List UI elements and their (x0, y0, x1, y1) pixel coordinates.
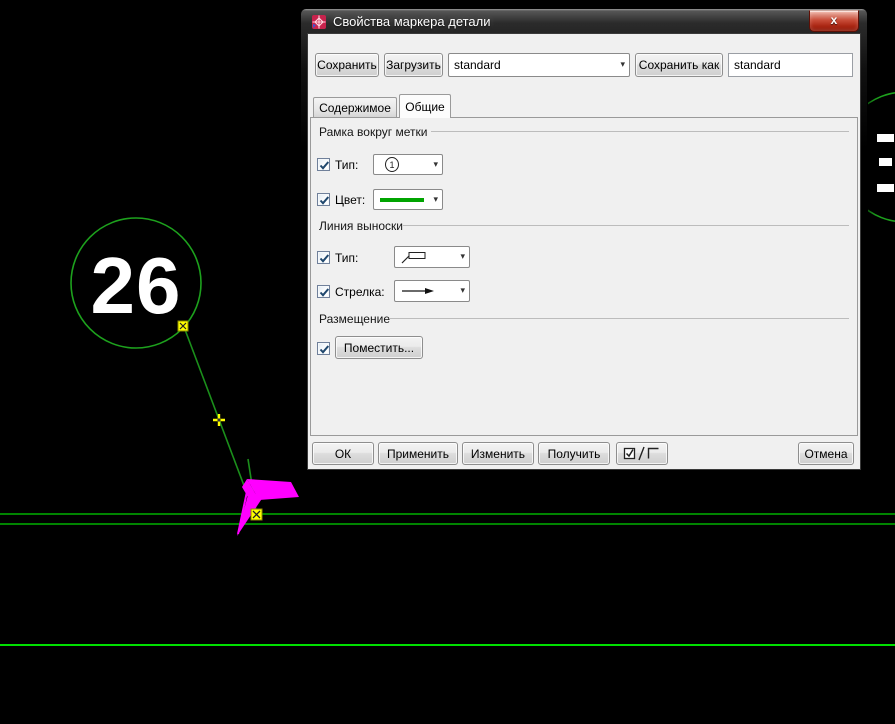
leader-type-checkbox[interactable] (317, 251, 330, 264)
balloon-number[interactable]: 26 (91, 241, 182, 330)
frame-type-select[interactable]: 1 ▾ (373, 154, 443, 175)
general-tab-pane: Рамка вокруг метки Тип: 1 ▾ Цвет: ▾ Лини… (310, 117, 858, 436)
frame-group-line (431, 131, 849, 132)
check-icon (319, 161, 330, 170)
placement-group-title: Размещение (319, 312, 390, 326)
svg-text:1: 1 (389, 160, 394, 170)
check-icon (319, 345, 330, 354)
chevron-down-icon: ▾ (433, 193, 438, 204)
frame-color-checkbox[interactable] (317, 193, 330, 206)
frame-type-checkbox[interactable] (317, 158, 330, 171)
placement-checkbox[interactable] (317, 342, 330, 355)
cad-workspace: { "window": { "title": "Свойства маркера… (0, 0, 895, 724)
leader-type-label: Тип: (335, 251, 359, 265)
frame-group-title: Рамка вокруг метки (319, 125, 428, 139)
app-icon (312, 14, 326, 29)
part-marker-properties-dialog: Свойства маркера детали x Сохранить Загр… (300, 8, 868, 476)
chevron-down-icon: ▾ (433, 158, 438, 169)
chevron-down-icon: ▾ (460, 250, 465, 261)
checkbox-toggle-icon (623, 446, 659, 461)
check-icon (319, 288, 330, 297)
selected-arrow[interactable] (237, 479, 299, 536)
leader-arrow-label: Стрелка: (335, 285, 385, 299)
grip-arrow-end[interactable] (250, 508, 263, 521)
cancel-button[interactable]: Отмена (798, 442, 854, 465)
frame-type-label: Тип: (335, 158, 359, 172)
preset-select-value: standard (454, 58, 501, 72)
check-icon (319, 254, 330, 263)
frame-color-select[interactable]: ▾ (373, 189, 443, 210)
check-icon (319, 196, 330, 205)
circle-frame-icon: 1 (385, 157, 399, 172)
leader-type-select[interactable]: ▾ (394, 246, 470, 268)
tab-contents[interactable]: Содержимое (313, 97, 397, 118)
place-button[interactable]: Поместить... (335, 336, 423, 359)
grip-leader-mid[interactable] (213, 414, 225, 426)
tab-general[interactable]: Общие (399, 94, 451, 118)
dialog-client-area: Сохранить Загрузить standard ▾ Сохранить… (308, 34, 860, 469)
arrow-style-icon (402, 288, 434, 294)
grip-balloon-attach[interactable] (177, 320, 189, 332)
save-as-button[interactable]: Сохранить как (635, 53, 723, 77)
load-button[interactable]: Загрузить (384, 53, 443, 77)
change-button[interactable]: Изменить (462, 442, 534, 465)
color-swatch (380, 197, 424, 202)
save-button[interactable]: Сохранить (315, 53, 379, 77)
leader-arrow-checkbox[interactable] (317, 285, 330, 298)
placement-group-line (389, 318, 849, 319)
dialog-title: Свойства маркера детали (333, 14, 491, 29)
chevron-down-icon: ▾ (620, 58, 625, 69)
preset-name-input[interactable] (728, 53, 853, 77)
leader-style-icon (401, 252, 426, 264)
leader-group-title: Линия выноски (319, 219, 403, 233)
close-icon[interactable]: x (809, 10, 859, 32)
toggle-all-checks-button[interactable] (616, 442, 668, 465)
chevron-down-icon: ▾ (460, 284, 465, 295)
dialog-titlebar[interactable]: Свойства маркера детали (301, 9, 867, 34)
leader-arrow-select[interactable]: ▾ (394, 280, 470, 302)
ok-button[interactable]: ОК (312, 442, 374, 465)
get-button[interactable]: Получить (538, 442, 610, 465)
leader-group-line (403, 225, 849, 226)
frame-color-label: Цвет: (335, 193, 366, 207)
apply-button[interactable]: Применить (378, 442, 458, 465)
preset-select[interactable]: standard ▾ (448, 53, 630, 77)
